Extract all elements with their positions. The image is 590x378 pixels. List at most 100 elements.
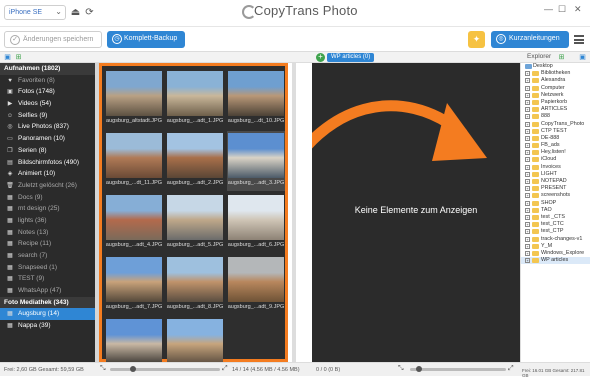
explorer-folder[interactable]: + Hey,listen! [521,149,590,156]
explorer-folder[interactable]: + ARTICLES [521,106,590,113]
sidebar-item[interactable]: ▤ Bildschirmfotos (490) [0,157,95,169]
add-folder-icon[interactable]: + [316,53,325,62]
zoom-slider-right[interactable] [410,368,506,371]
photo-thumbnail[interactable]: augsburg_...adt_2.JPG [166,131,224,191]
quick-guides-button[interactable]: ◎ Kurzanleitungen [491,31,569,48]
explorer-root[interactable]: Desktop [521,63,590,70]
explorer-folder[interactable]: + WP articles [521,257,590,265]
sidebar-item[interactable]: ❐ Serien (8) [0,145,95,157]
zoom-out-icon[interactable]: ⤡ [100,365,106,373]
explorer-folder[interactable]: + SHOP [521,200,590,207]
sidebar-item[interactable]: ▦ Snapseed (1) [0,262,95,274]
explorer-folder[interactable]: + CopyTrans_Photo [521,121,590,128]
expand-icon[interactable]: + [525,135,530,141]
photo-thumbnail[interactable]: augsburg_...adt_7.JPG [105,255,163,315]
sidebar-item[interactable]: ▦ Docs (9) [0,192,95,204]
sidebar-item[interactable]: ▦ TEST (9) [0,273,95,285]
explorer-folder[interactable]: + LIGHT [521,171,590,178]
expand-icon[interactable]: + [525,250,530,256]
expand-icon[interactable]: + [525,99,530,105]
photo-thumbnail[interactable]: augsburg_...dt_11.JPG [105,131,163,191]
explorer-folder[interactable]: + FB_ads [521,142,590,149]
expand-icon[interactable]: + [525,114,530,120]
full-backup-button[interactable]: ◷ Komplett-Backup [107,31,185,48]
sidebar-item[interactable]: ▶ Videos (54) [0,98,95,110]
photo-thumbnail[interactable]: augsburg_...adt_9.JPG [227,255,285,315]
explorer-folder[interactable]: +888 [521,113,590,120]
expand-icon[interactable]: + [525,207,530,213]
new-folder-icon[interactable]: ⊞ [557,53,566,62]
sidebar-item[interactable]: ▦ mt design (25) [0,203,95,215]
sidebar-item[interactable]: ▦ Augsburg (14) [0,308,95,321]
zoom-out-icon-right[interactable]: ⤡ [398,365,404,373]
device-selector[interactable]: iPhone SE ⌄ [4,5,66,20]
expand-icon[interactable]: + [525,78,530,84]
maximize-button[interactable]: ☐ [558,4,566,15]
sidebar-item[interactable]: ▦ lights (36) [0,215,95,227]
expand-icon[interactable]: + [525,229,530,235]
photo-thumbnail[interactable]: augsburg_...adt_5.JPG [166,193,224,253]
explorer-folder[interactable]: + Invoices [521,164,590,171]
lightbulb-button[interactable]: ✦ [468,31,485,48]
save-changes-button[interactable]: ✓ Änderungen speichern [4,31,102,48]
explorer-folder[interactable]: + Computer [521,85,590,92]
sidebar-item[interactable]: ▦ WhatsApp (47) [0,285,95,297]
explorer-folder[interactable]: + CTP TEST [521,128,590,135]
sidebar-item[interactable]: Aufnahmen (1802) [0,63,95,75]
expand-icon[interactable]: + [525,164,530,170]
explorer-folder[interactable]: + test _CTS [521,214,590,221]
expand-icon[interactable]: + [525,179,530,184]
explorer-folder[interactable]: + Netzwerk [521,92,590,99]
expand-icon[interactable]: + [525,258,530,264]
sidebar-item[interactable]: ♥ Favoriten (8) [0,75,95,87]
sidebar-item[interactable]: ◈ Animiert (10) [0,168,95,180]
zoom-in-icon-right[interactable]: ⤢ [508,365,514,373]
explorer-folder[interactable]: + NOTEPAD [521,178,590,185]
expand-icon[interactable]: + [525,71,530,77]
explorer-folder[interactable]: + track-changes-v1 [521,236,590,243]
sidebar-item[interactable]: ▣ Fotos (1748) [0,86,95,98]
photo-thumbnail[interactable]: augsburg_...adt_1.JPG [166,69,224,129]
eject-icon[interactable]: ⏏ [70,7,81,18]
sidebar-item[interactable]: ▦ Nappa (39) [0,320,95,332]
sidebar-item[interactable]: ◎ Live Photos (837) [0,121,95,133]
expand-icon[interactable]: + [525,92,530,98]
sidebar-item[interactable]: ▦ Recipe (11) [0,238,95,250]
sidebar-item[interactable]: ▦ Notes (13) [0,227,95,239]
zoom-knob-right[interactable] [416,366,422,372]
explorer-folder[interactable]: + Alexandra [521,77,590,84]
sidebar-item[interactable]: Foto Mediathek (343) [0,296,95,309]
explorer-folder[interactable]: + Papierkorb [521,99,590,106]
photo-thumbnail[interactable]: augsburg_...adt_4.JPG [105,193,163,253]
explorer-folder[interactable]: + test_CTP [521,228,590,235]
sidebar-item[interactable]: 🗑 Zuletzt gelöscht (26) [0,180,95,192]
expand-icon[interactable]: + [525,186,530,192]
expand-icon[interactable]: + [525,243,530,249]
explorer-folder[interactable]: + iCloud [521,156,590,163]
panel-toggle-icon[interactable]: ▣ [578,53,587,62]
minimize-button[interactable]: — [544,4,553,14]
view-toggle-icon[interactable]: ▣ [3,53,12,62]
close-button[interactable]: ✕ [574,4,582,15]
explorer-folder[interactable]: + Bibliotheken [521,70,590,77]
explorer-folder[interactable]: + TAO [521,207,590,214]
sidebar-item[interactable]: ☺ Selfies (9) [0,110,95,122]
explorer-folder[interactable]: + Windows_Explore [521,250,590,257]
photo-thumbnail[interactable]: augsburg_...adt_8.JPG [166,255,224,315]
sidebar-item[interactable]: ▭ Panoramen (10) [0,133,95,145]
expand-icon[interactable]: + [525,214,530,220]
photo-thumbnail[interactable]: augsburg_...adt_3.JPG [227,131,285,191]
expand-icon[interactable]: + [525,200,530,206]
zoom-slider-left[interactable] [110,368,220,371]
hamburger-menu-icon[interactable] [574,35,584,44]
photo-thumbnail[interactable]: augsburg_altstadt.JPG [105,69,163,129]
explorer-folder[interactable]: + test_CTC [521,221,590,228]
explorer-folder[interactable]: + PRESENT [521,185,590,192]
add-album-icon[interactable]: ⊞ [14,53,23,62]
expand-icon[interactable]: + [525,143,530,149]
expand-icon[interactable]: + [525,222,530,228]
expand-icon[interactable]: + [525,171,530,177]
expand-icon[interactable]: + [525,157,530,163]
expand-icon[interactable]: + [525,128,530,134]
zoom-knob-left[interactable] [130,366,136,372]
